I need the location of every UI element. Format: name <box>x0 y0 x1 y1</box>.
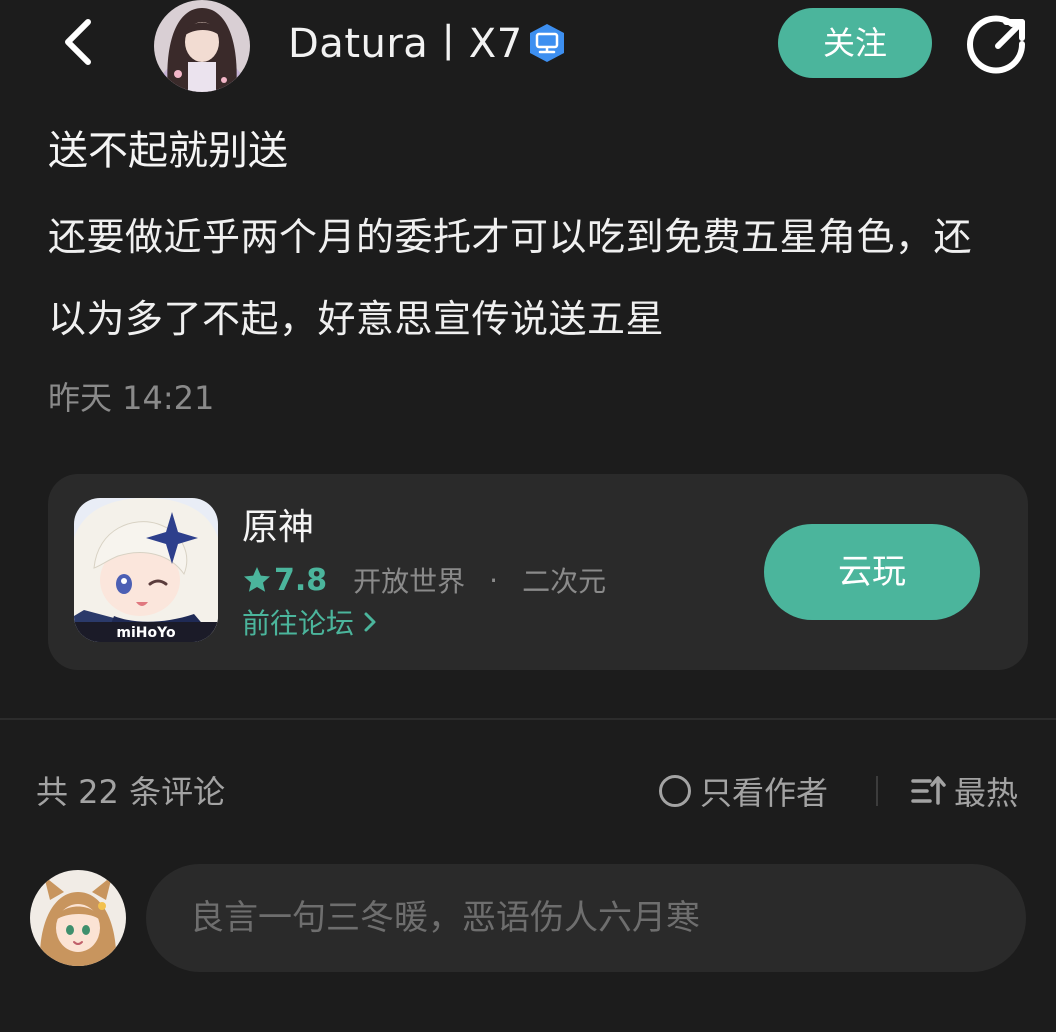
post-body: 还要做近乎两个月的委托才可以吃到免费五星角色，还以为多了不起，好意思宣传说送五星 <box>48 215 973 341</box>
game-tag: 开放世界 <box>353 565 466 598</box>
sort-icon <box>911 776 946 805</box>
share-arrow-icon <box>967 15 1026 74</box>
section-divider <box>0 718 1056 720</box>
tag-separator: · <box>489 563 499 597</box>
forum-link-label: 前往论坛 <box>242 607 355 640</box>
comment-input[interactable] <box>146 864 1026 972</box>
top-bar: Datura丨X7 关注 <box>0 0 1056 96</box>
game-icon: miHoYo <box>74 498 218 642</box>
chevron-left-icon <box>65 19 91 65</box>
star-icon <box>244 567 270 592</box>
sort-label: 最热 <box>954 774 1019 812</box>
sort-button[interactable]: 最热 <box>910 768 1018 814</box>
post-title: 送不起就别送 <box>48 128 288 174</box>
radio-circle-icon <box>659 775 691 807</box>
game-name[interactable]: 原神 <box>242 504 314 552</box>
back-button[interactable] <box>48 12 108 72</box>
current-user-avatar[interactable] <box>30 870 126 966</box>
game-card[interactable]: miHoYo 原神 7.8 开放世界 · 二次元 前往论坛 云玩 <box>48 474 1028 670</box>
share-button[interactable] <box>966 14 1030 78</box>
follow-button[interactable]: 关注 <box>778 8 932 78</box>
author-only-label: 只看作者 <box>700 774 829 812</box>
computer-badge-icon <box>526 22 568 64</box>
cloud-play-button[interactable]: 云玩 <box>764 524 980 620</box>
mihoyo-logo-text: miHoYo <box>116 625 176 641</box>
game-meta: 7.8 开放世界 · 二次元 <box>242 558 606 602</box>
filter-separator <box>876 776 878 806</box>
game-rating: 7.8 <box>274 562 328 598</box>
game-tag: 二次元 <box>522 565 607 598</box>
post-timestamp: 昨天 14:21 <box>48 379 215 417</box>
author-only-toggle[interactable]: 只看作者 <box>658 768 828 814</box>
chevron-right-icon <box>364 612 376 632</box>
forum-link[interactable]: 前往论坛 <box>242 602 378 642</box>
author-avatar[interactable] <box>154 0 250 92</box>
comment-count: 共 22 条评论 <box>36 773 226 811</box>
author-username[interactable]: Datura丨X7 <box>288 18 523 70</box>
